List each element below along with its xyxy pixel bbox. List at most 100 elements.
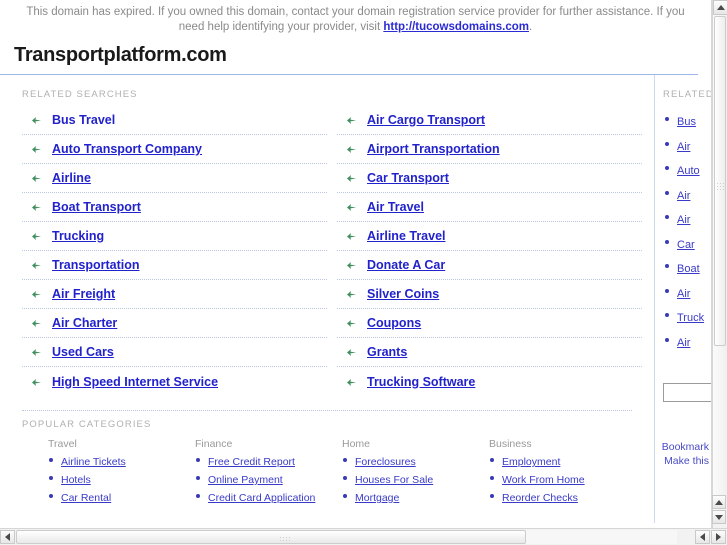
- list-item[interactable]: Free Credit Report: [195, 454, 342, 469]
- make-homepage-link[interactable]: Make this: [661, 454, 709, 468]
- list-item[interactable]: Online Payment: [195, 472, 342, 487]
- related-search-link[interactable]: Used Cars: [52, 345, 114, 359]
- related-search-link[interactable]: Air Cargo Transport: [367, 113, 485, 127]
- sidebar-footer: Bookmark Make this: [655, 440, 711, 468]
- related-search-row[interactable]: Coupons: [337, 309, 642, 338]
- sidebar-item[interactable]: Air: [665, 137, 711, 162]
- list-item[interactable]: Airline Tickets: [48, 454, 195, 469]
- vertical-scrollbar-thumb[interactable]: [714, 16, 726, 346]
- related-search-row[interactable]: Boat Transport: [22, 193, 327, 222]
- list-item[interactable]: Work From Home: [489, 472, 636, 487]
- sidebar-item[interactable]: Auto: [665, 161, 711, 186]
- sidebar-item-label[interactable]: Air: [677, 337, 690, 349]
- horizontal-scrollbar[interactable]: [0, 528, 727, 545]
- category-link[interactable]: Hotels: [61, 474, 91, 486]
- category-link[interactable]: Airline Tickets: [61, 456, 126, 468]
- sidebar-item[interactable]: Air: [665, 284, 711, 309]
- related-search-row[interactable]: Trucking Software: [337, 367, 642, 396]
- related-search-row[interactable]: Used Cars: [22, 338, 327, 367]
- list-item[interactable]: Credit Card Application: [195, 490, 342, 505]
- related-search-link[interactable]: Air Travel: [367, 200, 424, 214]
- bookmark-link[interactable]: Bookmark: [661, 440, 709, 454]
- category-link[interactable]: Employment: [502, 456, 560, 468]
- list-item[interactable]: Houses For Sale: [342, 472, 489, 487]
- list-item[interactable]: Mortgage: [342, 490, 489, 505]
- category-link[interactable]: Online Payment: [208, 474, 283, 486]
- category-link[interactable]: Credit Card Application: [208, 492, 315, 504]
- sidebar-item-label[interactable]: Car: [677, 239, 695, 251]
- sidebar-item[interactable]: Boat: [665, 259, 711, 284]
- sidebar-item[interactable]: Air: [665, 210, 711, 235]
- list-item[interactable]: Employment: [489, 454, 636, 469]
- sidebar-item[interactable]: Car: [665, 235, 711, 260]
- related-search-row[interactable]: Airport Transportation: [337, 135, 642, 164]
- list-item[interactable]: Foreclosures: [342, 454, 489, 469]
- category-link[interactable]: Houses For Sale: [355, 474, 433, 486]
- category-link[interactable]: Foreclosures: [355, 456, 416, 468]
- sidebar-item-label[interactable]: Air: [677, 288, 690, 300]
- related-search-link[interactable]: Coupons: [367, 316, 421, 330]
- related-search-row[interactable]: Airline Travel: [337, 222, 642, 251]
- category-link[interactable]: Mortgage: [355, 492, 399, 504]
- inner-scroll-up-button[interactable]: [712, 495, 726, 509]
- related-search-row[interactable]: Grants: [337, 338, 642, 367]
- category-link[interactable]: Car Rental: [61, 492, 111, 504]
- scroll-up-button[interactable]: [713, 0, 727, 15]
- sidebar-item-label[interactable]: Truck: [677, 312, 704, 324]
- related-search-link[interactable]: Air Charter: [52, 316, 117, 330]
- related-search-link[interactable]: Transportation: [52, 258, 140, 272]
- related-search-link[interactable]: Air Freight: [52, 287, 115, 301]
- sidebar-item-label[interactable]: Air: [677, 190, 690, 202]
- related-search-row[interactable]: Car Transport: [337, 164, 642, 193]
- related-search-link[interactable]: Boat Transport: [52, 200, 141, 214]
- related-search-row[interactable]: Transportation: [22, 251, 327, 280]
- list-item[interactable]: Car Rental: [48, 490, 195, 505]
- vertical-scrollbar[interactable]: [712, 0, 727, 528]
- search-input[interactable]: [663, 383, 711, 402]
- sidebar-item[interactable]: Air: [665, 333, 711, 358]
- sidebar-item-label[interactable]: Boat: [677, 263, 700, 275]
- sidebar-item-label[interactable]: Auto: [677, 165, 700, 177]
- related-search-row[interactable]: Auto Transport Company: [22, 135, 327, 164]
- related-search-link[interactable]: Silver Coins: [367, 287, 439, 301]
- list-item[interactable]: Hotels: [48, 472, 195, 487]
- related-search-link[interactable]: Trucking Software: [367, 375, 475, 389]
- related-search-row[interactable]: Air Travel: [337, 193, 642, 222]
- scroll-left-button-secondary[interactable]: [695, 530, 710, 544]
- related-search-row[interactable]: Air Freight: [22, 280, 327, 309]
- related-search-link[interactable]: Grants: [367, 345, 407, 359]
- category-link[interactable]: Work From Home: [502, 474, 585, 486]
- category-link[interactable]: Free Credit Report: [208, 456, 295, 468]
- tucowsdomains-link[interactable]: http://tucowsdomains.com: [383, 21, 529, 33]
- related-search-link[interactable]: High Speed Internet Service: [52, 375, 218, 389]
- sidebar-item-label[interactable]: Bus: [677, 116, 696, 128]
- inner-scroll-down-button[interactable]: [712, 510, 726, 524]
- related-search-link[interactable]: Bus Travel: [52, 113, 115, 127]
- related-search-row[interactable]: High Speed Internet Service: [22, 367, 327, 396]
- related-search-link[interactable]: Auto Transport Company: [52, 142, 202, 156]
- related-search-link[interactable]: Car Transport: [367, 171, 449, 185]
- related-search-row[interactable]: Air Charter: [22, 309, 327, 338]
- scroll-left-button[interactable]: [0, 530, 15, 544]
- related-search-row[interactable]: Bus Travel: [22, 106, 327, 135]
- list-item[interactable]: Reorder Checks: [489, 490, 636, 505]
- related-search-row[interactable]: Trucking: [22, 222, 327, 251]
- related-search-link[interactable]: Donate A Car: [367, 258, 445, 272]
- chevron-right-icon: [716, 533, 721, 541]
- sidebar-item[interactable]: Bus: [665, 112, 711, 137]
- horizontal-scrollbar-thumb[interactable]: [16, 530, 526, 544]
- sidebar-item-label[interactable]: Air: [677, 141, 690, 153]
- sidebar-item-label[interactable]: Air: [677, 214, 690, 226]
- related-search-link[interactable]: Airport Transportation: [367, 142, 500, 156]
- related-search-row[interactable]: Silver Coins: [337, 280, 642, 309]
- sidebar-item[interactable]: Air: [665, 186, 711, 211]
- related-search-link[interactable]: Trucking: [52, 229, 104, 243]
- category-link[interactable]: Reorder Checks: [502, 492, 578, 504]
- related-search-row[interactable]: Airline: [22, 164, 327, 193]
- related-search-link[interactable]: Airline Travel: [367, 229, 446, 243]
- related-search-row[interactable]: Donate A Car: [337, 251, 642, 280]
- related-search-row[interactable]: Air Cargo Transport: [337, 106, 642, 135]
- sidebar-item[interactable]: Truck: [665, 308, 711, 333]
- related-search-link[interactable]: Airline: [52, 171, 91, 185]
- scroll-right-button[interactable]: [711, 530, 726, 544]
